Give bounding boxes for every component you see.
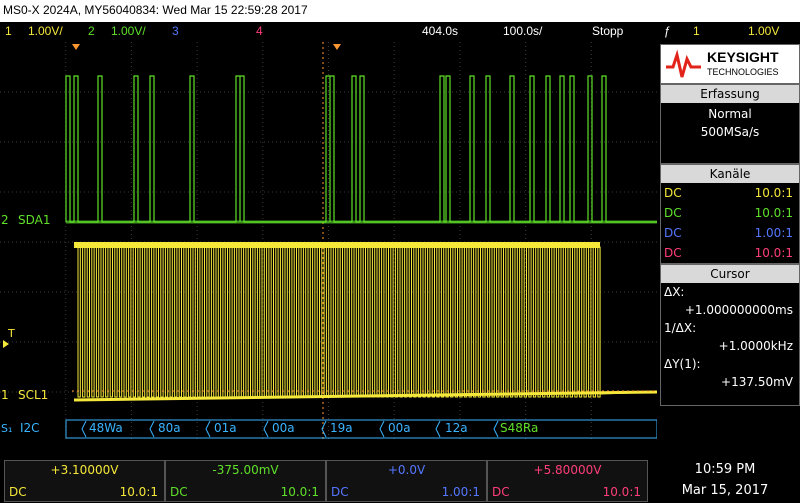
decode-separator [205,420,211,438]
ch4-probe: 10.0:1 [602,485,641,499]
decode-byte: 19a [330,421,353,435]
channel-row[interactable]: DC 10.0:1 [661,243,799,263]
waveform-display[interactable]: 2 SDA1 T 1 SCL1 S₁ I2C 48Wa 80a 01a 00a … [0,42,658,442]
scl-label: SCL1 [18,388,49,402]
probe-ratio: 10.0:1 [754,206,793,220]
ch3-offset: +0.0V [387,463,426,477]
scl-trace [74,246,658,398]
ch3-coupling: DC [331,485,349,499]
i2c-label: I2C [20,421,40,435]
side-panel: KEYSIGHT TECHNOLOGIES Erfassung Normal 5… [660,42,800,442]
decode-byte: S48Ra [500,421,539,435]
acquisition-panel[interactable]: Erfassung Normal 500MSa/s [660,84,800,164]
delay-readout[interactable]: 100.0s/ [503,24,542,38]
probe-ratio: 10.0:1 [754,186,793,200]
ch4-coupling: DC [492,485,510,499]
run-state[interactable]: Stopp [592,24,623,38]
timebase-readout[interactable]: 404.0s [422,24,458,38]
coupling: DC [664,206,682,220]
trigger-position-marker [72,44,80,50]
decode-separator [493,420,499,438]
waveform-svg [0,42,658,442]
coupling: DC [664,226,682,240]
channel-offset-bar: +3.10000V DC 10.0:1 -375.00mV DC 10.0:1 … [0,458,650,503]
trigger-channel[interactable]: 1 [693,24,700,38]
clock-date: Mar 15, 2017 [681,483,769,498]
channel-row[interactable]: DC 10.0:1 [661,203,799,223]
decode-byte: 48Wa [89,421,123,435]
ch2-offset: -375.00mV [212,463,279,477]
cursor-header: Cursor [661,265,799,283]
ch2-scale[interactable]: 1.00V/ [111,24,146,38]
cursor-panel[interactable]: Cursor ΔX: +1.000000000ms 1/ΔX: +1.0000k… [660,264,800,406]
coupling: DC [664,246,682,260]
ch1-offset: +3.10000V [50,463,119,477]
decode-separator [149,420,155,438]
ch1-coupling: DC [9,485,27,499]
ch2-coupling: DC [170,485,188,499]
inv-dx-value: +1.0000kHz [718,339,793,353]
delay-marker [333,44,341,50]
decode-separator [81,420,87,438]
ch3-offset-box[interactable]: +0.0V DC 1.00:1 [326,460,487,502]
trigger-level[interactable]: 1.00V [748,24,779,38]
clock: 10:59 PM Mar 15, 2017 [650,458,800,503]
ch2-offset-box[interactable]: -375.00mV DC 10.0:1 [165,460,326,502]
dx-value: +1.000000000ms [684,303,793,317]
ch2-number[interactable]: 2 [88,24,95,38]
ch4-offset-box[interactable]: +5.80000V DC 10.0:1 [487,460,648,502]
coupling: DC [664,186,682,200]
scl-marker[interactable]: 1 [1,388,9,402]
decode-separator [435,420,441,438]
dx-label: ΔX: [664,285,685,299]
acquisition-header: Erfassung [661,85,799,103]
dy-label: ΔY(1): [664,357,701,371]
scl-high-band [74,242,600,248]
sda-label: SDA1 [18,213,51,227]
i2c-bus-frame [65,419,658,439]
ch3-probe: 1.00:1 [441,485,480,499]
title-bar: MS0-X 2024A, MY56040834: Wed Mar 15 22:5… [0,0,800,22]
window-title: MS0-X 2024A, MY56040834: Wed Mar 15 22:5… [3,3,308,17]
trigger-level-marker [3,340,9,348]
channels-panel[interactable]: Kanäle DC 10.0:1 DC 10.0:1 DC 1.00:1 DC 10.0… [660,164,800,264]
sample-rate: 500MSa/s [700,125,760,139]
channel-row[interactable]: DC 10.0:1 [661,183,799,203]
ch1-number[interactable]: 1 [5,24,12,38]
keysight-wave-icon [666,49,701,78]
probe-ratio: 10.0:1 [754,246,793,260]
ch4-number[interactable]: 4 [256,24,263,38]
dy-value: +137.50mV [721,375,793,389]
ch3-number[interactable]: 3 [172,24,179,38]
i2c-marker: S₁ [1,422,13,435]
trigger-icon: ƒ [664,24,671,38]
decode-byte: 00a [272,421,295,435]
ch1-scale[interactable]: 1.00V/ [28,24,63,38]
channel-row[interactable]: DC 1.00:1 [661,223,799,243]
decode-separator [379,420,385,438]
inv-dx-label: 1/ΔX: [664,321,697,335]
ch1-offset-box[interactable]: +3.10000V DC 10.0:1 [4,460,165,502]
channels-header: Kanäle [661,165,799,183]
trigger-marker: T [8,327,15,340]
acquisition-mode: Normal [708,107,752,121]
decode-byte: 80a [158,421,181,435]
ch1-probe: 10.0:1 [119,485,158,499]
clock-time: 10:59 PM [694,462,756,477]
probe-ratio: 1.00:1 [754,226,793,240]
brand-logo: KEYSIGHT TECHNOLOGIES [660,44,800,84]
ch2-probe: 10.0:1 [280,485,319,499]
decode-separator [263,420,269,438]
decode-byte: 12a [445,421,468,435]
sda-marker[interactable]: 2 [1,213,9,227]
decode-byte: 01a [214,421,237,435]
ch4-offset: +5.80000V [533,463,602,477]
decode-byte: 00a [388,421,411,435]
status-bar: 1 1.00V/ 2 1.00V/ 3 4 404.0s 100.0s/ Sto… [0,22,800,42]
brand-sub: TECHNOLOGIES [707,67,779,77]
brand-name: KEYSIGHT [707,49,779,65]
sda-trace [65,75,657,223]
